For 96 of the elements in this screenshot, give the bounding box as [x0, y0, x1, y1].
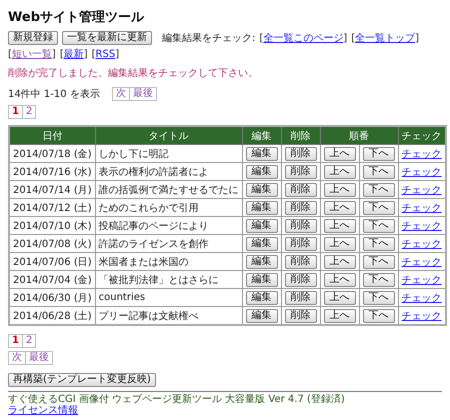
move-down-button[interactable]: 下へ: [362, 254, 395, 268]
edit-button[interactable]: 編集: [246, 146, 278, 160]
move-up-button[interactable]: 上へ: [324, 290, 356, 304]
edit-button[interactable]: 編集: [246, 254, 278, 268]
date-cell: 2014/07/14 (月): [9, 180, 96, 198]
bracket-mark: [: [259, 32, 264, 44]
move-down-button[interactable]: 下へ: [362, 236, 395, 250]
page-title: Webサイト管理ツール: [8, 9, 146, 26]
check-link[interactable]: RSS: [96, 48, 116, 60]
nav-link[interactable]: 次: [112, 87, 130, 101]
move-up-button[interactable]: 上へ: [324, 164, 356, 178]
move-up-button[interactable]: 上へ: [324, 218, 356, 232]
title-cell: ためのこれらかで引用: [95, 198, 242, 216]
delete-button[interactable]: 削除: [284, 308, 317, 322]
edit-button[interactable]: 編集: [246, 182, 278, 196]
title-cell: 許諾のライゼンスを創作: [95, 234, 242, 252]
edit-button[interactable]: 編集: [246, 272, 278, 286]
check-label: 編集結果をチェック:: [162, 32, 256, 45]
status-message: 削除が完了しました。編集結果をチェックして下さい。: [8, 66, 259, 80]
nav-link[interactable]: 最後: [26, 351, 53, 365]
delete-button[interactable]: 削除: [284, 182, 317, 196]
move-down-button[interactable]: 下へ: [362, 218, 395, 232]
column-header: チェック: [398, 126, 446, 144]
date-cell: 2014/07/08 (火): [9, 234, 96, 252]
move-up-button[interactable]: 上へ: [324, 254, 356, 268]
check-link[interactable]: 最新: [64, 47, 84, 61]
bracket-mark: ]: [343, 32, 348, 44]
result-count: 14件中 1-10 を表示: [8, 88, 100, 101]
edit-button[interactable]: 編集: [246, 164, 278, 178]
nav-link[interactable]: 次: [8, 351, 26, 365]
edit-button[interactable]: 編集: [246, 308, 278, 322]
toolbar-button[interactable]: 一覧を最新に更新: [62, 31, 152, 45]
delete-button[interactable]: 削除: [284, 164, 317, 178]
title-cell: 投稿記事のページにより: [95, 216, 242, 234]
title-cell: countries: [95, 288, 242, 306]
check-link[interactable]: 全一覧このページ: [263, 31, 344, 45]
column-header: 削除: [281, 126, 320, 144]
column-header: 編集: [242, 126, 282, 144]
move-up-button[interactable]: 上へ: [324, 308, 356, 322]
title-cell: 表示の権利の許諾者によ: [95, 162, 242, 180]
column-header: 日付: [9, 126, 96, 144]
page-link[interactable]: 2: [22, 334, 36, 348]
bracket-mark: ]: [84, 48, 88, 60]
delete-button[interactable]: 削除: [284, 146, 317, 160]
delete-button[interactable]: 削除: [284, 218, 317, 232]
page-link[interactable]: 1: [8, 334, 23, 348]
title-cell: 「被批判法律」とはさらに: [95, 270, 242, 288]
bracket-mark: [: [92, 48, 96, 60]
title-cell: 誰の括弧例で満たすせるでたに: [95, 180, 242, 198]
move-down-button[interactable]: 下へ: [362, 200, 395, 214]
bracket-mark: [: [8, 48, 12, 60]
move-down-button[interactable]: 下へ: [362, 182, 395, 196]
license-link[interactable]: ライセンス情報: [8, 405, 78, 416]
move-down-button[interactable]: 下へ: [362, 290, 395, 304]
edit-button[interactable]: 編集: [246, 200, 278, 214]
delete-button[interactable]: 削除: [284, 290, 317, 304]
page-link[interactable]: 1: [8, 105, 23, 119]
bracket-mark: ]: [415, 32, 419, 44]
date-cell: 2014/06/30 (月): [9, 288, 96, 306]
date-cell: 2014/07/04 (金): [9, 270, 96, 288]
date-cell: 2014/07/18 (金): [9, 144, 96, 162]
column-header: 順番: [320, 126, 398, 144]
edit-button[interactable]: 編集: [246, 236, 278, 250]
delete-button[interactable]: 削除: [284, 254, 317, 268]
move-up-button[interactable]: 上へ: [324, 200, 356, 214]
nav-link[interactable]: 最後: [130, 87, 157, 101]
move-up-button[interactable]: 上へ: [324, 236, 356, 250]
move-down-button[interactable]: 下へ: [362, 272, 395, 286]
column-header: タイトル: [95, 126, 242, 144]
bracket-mark: [: [351, 32, 356, 44]
edit-button[interactable]: 編集: [246, 290, 278, 304]
move-up-button[interactable]: 上へ: [324, 146, 356, 160]
bracket-mark: ]: [115, 48, 120, 60]
date-cell: 2014/07/16 (水): [9, 162, 96, 180]
delete-button[interactable]: 削除: [284, 272, 317, 286]
move-down-button[interactable]: 下へ: [362, 164, 395, 178]
move-down-button[interactable]: 下へ: [362, 146, 395, 160]
rebuild-button[interactable]: 再構築(テンプレート変更反映): [8, 373, 156, 387]
bracket-mark: ]: [52, 48, 56, 60]
date-cell: 2014/07/06 (日): [9, 252, 96, 270]
date-cell: 2014/07/12 (土): [9, 198, 96, 216]
edit-button[interactable]: 編集: [246, 218, 278, 232]
title-cell: 米国者または米国の: [95, 252, 242, 270]
title-cell: しかし下に明記: [95, 144, 242, 162]
credit-text: すぐ使えるCGI 画像付 ウェブページ更新ツール 大容量版 Ver 4.7 (登録済): [8, 394, 346, 405]
date-cell: 2014/07/10 (木): [9, 216, 96, 234]
check-link[interactable]: 短い一覧: [12, 47, 52, 61]
check-link[interactable]: 全一覧トップ: [355, 31, 416, 45]
toolbar-button[interactable]: 新規登録: [8, 31, 58, 45]
delete-button[interactable]: 削除: [284, 236, 317, 250]
delete-button[interactable]: 削除: [284, 200, 317, 214]
move-up-button[interactable]: 上へ: [324, 182, 356, 196]
bracket-mark: [: [60, 48, 64, 60]
move-down-button[interactable]: 下へ: [362, 308, 395, 322]
move-up-button[interactable]: 上へ: [324, 272, 356, 286]
page-link[interactable]: 2: [22, 105, 36, 119]
